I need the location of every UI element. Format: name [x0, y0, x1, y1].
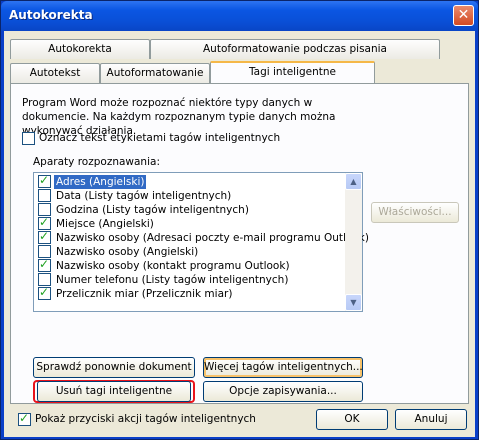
tab-tagi-inteligentne[interactable]: Tagi inteligentne	[210, 61, 375, 83]
list-item-checkbox[interactable]	[38, 285, 51, 300]
ok-button[interactable]: OK	[316, 409, 388, 430]
scroll-up-button[interactable]: ▲	[345, 173, 362, 190]
list-item-checkbox[interactable]	[38, 229, 51, 244]
recheck-document-button[interactable]: Sprawdź ponownie dokument	[33, 357, 195, 378]
list-item-label: Numer telefonu (Listy tagów inteligentny…	[56, 274, 289, 286]
list-item-label: Godzina (Listy tagów inteligentnych)	[56, 204, 249, 216]
smart-tags-panel: Program Word może rozpoznać niektóre typ…	[10, 83, 469, 404]
dialog-client-area: Autokorekta Autoformatowanie podczas pis…	[4, 31, 475, 437]
tab-autotekst[interactable]: Autotekst	[10, 63, 100, 83]
properties-button[interactable]: Właściwości...	[371, 202, 459, 223]
list-item-label: Przelicznik miar (Przelicznik miar)	[56, 288, 233, 300]
list-item-checkbox[interactable]	[38, 189, 51, 202]
list-scrollbar[interactable]: ▲ ▼	[345, 173, 362, 311]
list-item-checkbox[interactable]	[38, 257, 51, 272]
chevron-up-icon: ▲	[350, 177, 357, 186]
list-item-label: Miejsce (Angielski)	[56, 218, 154, 230]
list-item-checkbox[interactable]	[38, 173, 51, 188]
close-button[interactable]: ✕	[453, 5, 474, 26]
list-item[interactable]: Data (Listy tagów inteligentnych)	[36, 189, 344, 203]
tag-text-label: Oznacz tekst etykietami tagów inteligent…	[39, 132, 281, 144]
list-item-label: Nazwisko osoby (Angielski)	[56, 246, 199, 258]
list-item-label: Adres (Angielski)	[54, 175, 147, 189]
list-item[interactable]: Przelicznik miar (Przelicznik miar)	[36, 285, 344, 301]
recognizers-list[interactable]: Adres (Angielski) Data (Listy tagów inte…	[33, 172, 369, 312]
list-item[interactable]: Nazwisko osoby (Adresaci poczty e-mail p…	[36, 229, 369, 245]
more-smart-tags-button[interactable]: Więcej tagów inteligentnych...	[203, 357, 363, 378]
window-title: Autokorekta	[9, 8, 93, 22]
title-bar[interactable]: Autokorekta ✕	[1, 1, 478, 31]
chevron-down-icon: ▼	[350, 298, 357, 307]
list-item[interactable]: Nazwisko osoby (kontakt programu Outlook…	[36, 257, 344, 273]
tab-row-front: Autotekst Autoformatowanie Tagi intelige…	[10, 61, 469, 83]
tab-autoformatowanie[interactable]: Autoformatowanie	[100, 63, 210, 83]
tab-row-back: Autokorekta Autoformatowanie podczas pis…	[10, 39, 469, 59]
show-action-buttons-label: Pokaż przyciski akcji tagów inteligentny…	[35, 413, 256, 425]
show-action-buttons-checkbox[interactable]	[18, 411, 31, 426]
list-item[interactable]: Nazwisko osoby (Angielski)	[36, 245, 344, 259]
list-item[interactable]: Godzina (Listy tagów inteligentnych)	[36, 203, 344, 217]
list-item[interactable]: Adres (Angielski)	[36, 173, 344, 189]
list-item-label: Nazwisko osoby (Adresaci poczty e-mail p…	[56, 232, 369, 244]
scroll-down-button[interactable]: ▼	[345, 294, 362, 311]
close-icon: ✕	[457, 7, 470, 23]
list-item-label: Nazwisko osoby (kontakt programu Outlook…	[56, 260, 290, 272]
tab-autokorekta[interactable]: Autokorekta	[10, 39, 150, 59]
cancel-button[interactable]: Anuluj	[395, 409, 467, 430]
tag-text-checkbox[interactable]	[22, 132, 35, 145]
tab-autoformatowanie-podczas-pisania[interactable]: Autoformatowanie podczas pisania	[150, 39, 440, 59]
save-options-button[interactable]: Opcje zapisywania...	[203, 381, 363, 402]
autocorrect-dialog: Autokorekta ✕ Autokorekta Autoformatowan…	[0, 0, 479, 440]
recognizers-label: Aparaty rozpoznawania:	[33, 156, 160, 168]
list-item[interactable]: Miejsce (Angielski)	[36, 215, 344, 231]
remove-smart-tags-button[interactable]: Usuń tagi inteligentne	[37, 381, 191, 402]
list-item-label: Data (Listy tagów inteligentnych)	[56, 190, 232, 202]
list-item[interactable]: Numer telefonu (Listy tagów inteligentny…	[36, 273, 344, 287]
